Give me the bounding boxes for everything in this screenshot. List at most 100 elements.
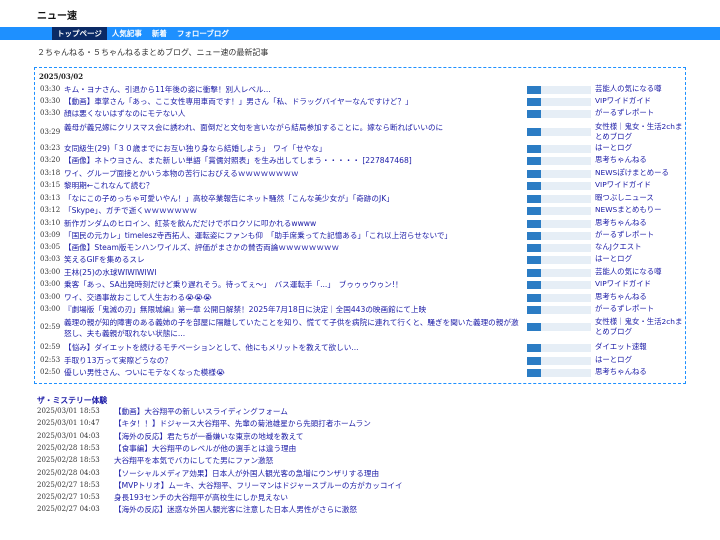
nav-item-top[interactable]: トップページ bbox=[52, 27, 107, 40]
popularity-bar bbox=[527, 207, 591, 215]
feed-title-link[interactable]: 黎明期←これなんて読む？ bbox=[64, 180, 524, 191]
mystery-time: 2025/03/01 10:47 bbox=[37, 419, 100, 428]
feed-title-link[interactable]: 女同級生(29)「３０歳までにお互い独り身なら結婚しよう」 ワイ「せやな」 bbox=[64, 143, 524, 154]
mystery-title-link[interactable]: 身長193センチの大谷翔平が高校生にしか見えない bbox=[114, 492, 288, 503]
feed-row: 03:20 【画像】ネトウヨさん、また新しい単語「賞儒対照表」を生み出してしまう・… bbox=[35, 154, 685, 166]
nav-item-popular[interactable]: 人気記事 bbox=[107, 27, 147, 40]
feed-source-link[interactable]: 思考ちゃんねる bbox=[595, 367, 687, 377]
feed-title-link[interactable]: 義理の親が知的障害のある義姉の子を部屋に隔離していたことを知り、慌てて子供を病院… bbox=[64, 317, 524, 339]
feed-source-link[interactable]: ダイエット速報 bbox=[595, 342, 687, 352]
mystery-title-link[interactable]: 【動画】大谷翔平の新しいスライディングフォーム bbox=[114, 406, 288, 417]
mystery-time: 2025/03/01 04:03 bbox=[37, 431, 100, 440]
feed-source-link[interactable]: NEWSまとめもりー bbox=[595, 205, 687, 215]
feed-row: 03:10 新作ガンダムのヒロイン、紅茶を飲んだだけでボロクソに叩かれるwwww 思… bbox=[35, 217, 685, 229]
popularity-bar-fill bbox=[527, 369, 542, 377]
feed-source-link[interactable]: がーるずレポート bbox=[595, 108, 687, 118]
feed-title-link[interactable]: ワイ、グループ面接とかいう本物の苦行におびえるｗｗｗｗｗｗｗｗ bbox=[64, 168, 524, 179]
popularity-bar bbox=[527, 195, 591, 203]
popularity-bar-fill bbox=[527, 195, 542, 203]
feed-row: 02:59 【悩み】ダイエットを続けるモチベーションとして、他にもメリットを教えて… bbox=[35, 341, 685, 353]
mystery-title-link[interactable]: 【海外の反応】君たちが一番嫌いな東京の地域を教えて bbox=[114, 431, 303, 442]
feed-time: 03:05 bbox=[40, 243, 61, 251]
feed-source-link[interactable]: 思考ちゃんねる bbox=[595, 292, 687, 302]
mystery-heading[interactable]: ザ・ミステリー体験 bbox=[37, 395, 107, 406]
feed-time: 03:20 bbox=[40, 156, 61, 164]
mystery-title-link[interactable]: 【キタ！！】ドジャース大谷翔平、先輩の菊池雄星から先頭打者ホームラン bbox=[114, 418, 371, 429]
site-title[interactable]: ニュー速 bbox=[37, 7, 77, 22]
feed-source-link[interactable]: はーとログ bbox=[595, 355, 687, 365]
feed-source-link[interactable]: 暇つぶしニュース bbox=[595, 193, 687, 203]
feed-title-link[interactable]: 王林(25)の水球WIWIWIWI bbox=[64, 267, 524, 278]
feed-title-link[interactable]: 乗客「あっ、SA出発時刻だけど乗り遅れそう。待ってぇ〜」 バス運転手「...」 … bbox=[64, 279, 524, 290]
feed-time: 03:03 bbox=[40, 255, 61, 263]
feed-title-link[interactable]: 『劇場版「鬼滅の刃」無限城編』第一章 公開日解禁！2025年7月18日に決定｜全… bbox=[64, 304, 524, 315]
feed-title-link[interactable]: 手取り13万って実際どうなの？ bbox=[64, 355, 524, 366]
feed-row: 02:53 手取り13万って実際どうなの？ はーとログ bbox=[35, 354, 685, 366]
feed-source-link[interactable]: VIPワイドガイド bbox=[595, 96, 687, 106]
feed-title-link[interactable]: 笑えるGIFを集めるスレ bbox=[64, 254, 524, 265]
feed-title-link[interactable]: 「国民の元カレ」timelesz寺西拓人、運転姿にファンも仰 「助手席乗ってた記… bbox=[64, 230, 524, 241]
feed-title-link[interactable]: ワイ、交通事故おこして人生おわる😭😭😭 bbox=[64, 292, 524, 303]
feed-title-link[interactable]: 【画像】Steam版モンハンワイルズ、評価がまさかの賛否両論ｗｗｗｗｗｗｗｗ bbox=[64, 242, 524, 253]
mystery-row: 2025/03/01 04:03 【海外の反応】君たちが一番嫌いな東京の地域を教え… bbox=[37, 431, 457, 443]
feed-title-link[interactable]: 優しい男性さん、ついにモテなくなった模様😭 bbox=[64, 367, 524, 378]
feed-row: 03:23 女同級生(29)「３０歳までにお互い独り身なら結婚しよう」 ワイ「せや… bbox=[35, 142, 685, 154]
feed-source-link[interactable]: 思考ちゃんねる bbox=[595, 155, 687, 165]
nav-menu: トップページ 人気記事 新着 フォローブログ bbox=[52, 27, 234, 40]
feed-source-link[interactable]: はーとログ bbox=[595, 143, 687, 153]
feed-title-link[interactable]: キム・ヨナさん、引退から11年後の姿に衝撃！別人レベル... bbox=[64, 84, 524, 95]
mystery-title-link[interactable]: 【食事編】大谷翔平のレベルが他の選手とは違う理由 bbox=[114, 443, 296, 454]
feed-title-link[interactable]: 義母が義兄嫁にクリスマス会に誘われ、面倒だと文句を言いながら結局参加することに。… bbox=[64, 122, 524, 133]
mystery-row: 2025/03/01 10:47 【キタ！！】ドジャース大谷翔平、先輩の菊池雄星か… bbox=[37, 418, 457, 430]
feed-row: 03:05 【画像】Steam版モンハンワイルズ、評価がまさかの賛否両論ｗｗｗｗｗ… bbox=[35, 241, 685, 253]
feed-source-link[interactable]: NEWSぽけまとめーる bbox=[595, 168, 687, 178]
feed-time: 03:10 bbox=[40, 219, 61, 227]
feed-row: 03:09 「国民の元カレ」timelesz寺西拓人、運転姿にファンも仰 「助手席… bbox=[35, 229, 685, 241]
feed-time: 03:30 bbox=[40, 85, 61, 93]
mystery-title-link[interactable]: 【MVPトリオ】ムーキ、大谷翔平、フリーマンはドジャースブルーの方がカッコイイ bbox=[114, 480, 403, 491]
feed-row: 03:00 王林(25)の水球WIWIWIWI 芸能人の気になる噂 bbox=[35, 266, 685, 278]
feed-source-link[interactable]: 女性様｜鬼女・生活2chまとめブログ bbox=[595, 317, 687, 337]
mystery-row: 2025/02/27 04:03 【海外の反応】迷惑な外国人観光客に注意した日本人… bbox=[37, 504, 457, 516]
feed-title-link[interactable]: 「Skype」、ガチで逝くｗｗｗｗｗｗｗ bbox=[64, 205, 524, 216]
mystery-title-link[interactable]: 【ソーシャルメディア効果】日本人が外国人観光客の急増にウンザリする理由 bbox=[114, 468, 379, 479]
nav-item-new[interactable]: 新着 bbox=[147, 27, 172, 40]
mystery-title-link[interactable]: 大谷翔平を本気でバカにしてた男にファン激怒 bbox=[114, 455, 273, 466]
feed-time: 02:59 bbox=[40, 343, 61, 351]
feed-source-link[interactable]: がーるずレポート bbox=[595, 230, 687, 240]
popularity-bar bbox=[527, 256, 591, 264]
mystery-row: 2025/02/28 18:53 大谷翔平を本気でバカにしてた男にファン激怒 bbox=[37, 455, 457, 467]
popularity-bar bbox=[527, 323, 591, 331]
mystery-row: 2025/02/28 04:03 【ソーシャルメディア効果】日本人が外国人観光客の… bbox=[37, 468, 457, 480]
feed-row: 03:30 キム・ヨナさん、引退から11年後の姿に衝撃！別人レベル... 芸能人の気… bbox=[35, 83, 685, 95]
feed-time: 03:30 bbox=[40, 109, 61, 117]
popularity-bar bbox=[527, 170, 591, 178]
feed-source-link[interactable]: VIPワイドガイド bbox=[595, 279, 687, 289]
feed-source-link[interactable]: 芸能人の気になる噂 bbox=[595, 267, 687, 277]
nav-item-follow[interactable]: フォローブログ bbox=[172, 27, 234, 40]
feed-source-link[interactable]: VIPワイドガイド bbox=[595, 180, 687, 190]
feed-source-link[interactable]: 芸能人の気になる噂 bbox=[595, 84, 687, 94]
popularity-bar-fill bbox=[527, 86, 542, 94]
feed-source-link[interactable]: 思考ちゃんねる bbox=[595, 218, 687, 228]
popularity-bar-fill bbox=[527, 110, 542, 118]
feed-row: 03:30 【動画】車掌さん「あっ、ここ女性専用車両です！」男さん「私、ドラッグバ… bbox=[35, 95, 685, 107]
feed-source-link[interactable]: はーとログ bbox=[595, 254, 687, 264]
feed-title-link[interactable]: 【動画】車掌さん「あっ、ここ女性専用車両です！」男さん「私、ドラッグバイヤーなん… bbox=[64, 96, 524, 107]
mystery-title-link[interactable]: 【海外の反応】迷惑な外国人観光客に注意した日本人男性がさらに激怒 bbox=[114, 504, 357, 515]
mystery-row: 2025/02/27 18:53 【MVPトリオ】ムーキ、大谷翔平、フリーマンはド… bbox=[37, 480, 457, 492]
popularity-bar-fill bbox=[527, 145, 542, 153]
feed-source-link[interactable]: 女性様｜鬼女・生活2chまとめブログ bbox=[595, 122, 687, 142]
feed-row: 02:50 優しい男性さん、ついにモテなくなった模様😭 思考ちゃんねる bbox=[35, 366, 685, 378]
mystery-time: 2025/02/27 04:03 bbox=[37, 505, 100, 514]
feed-source-link[interactable]: なんJクエスト bbox=[595, 242, 687, 252]
feed-title-link[interactable]: 顔は悪くないはずなのにモテない人 bbox=[64, 108, 524, 119]
feed-title-link[interactable]: 「なにこの子めっちゃ可愛いやん！」高校卒業報告にネット騒然「こんな美少女が」「奇… bbox=[64, 193, 524, 204]
feed-title-link[interactable]: 【悩み】ダイエットを続けるモチベーションとして、他にもメリットを教えて欲しい..… bbox=[64, 342, 524, 353]
feed-source-link[interactable]: がーるずレポート bbox=[595, 304, 687, 314]
mystery-row: 2025/02/28 18:53 【食事編】大谷翔平のレベルが他の選手とは違う理由 bbox=[37, 443, 457, 455]
feed-time: 03:13 bbox=[40, 194, 61, 202]
popularity-bar bbox=[527, 220, 591, 228]
feed-title-link[interactable]: 新作ガンダムのヒロイン、紅茶を飲んだだけでボロクソに叩かれるwwww bbox=[64, 218, 524, 229]
feed-title-link[interactable]: 【画像】ネトウヨさん、また新しい単語「賞儒対照表」を生み出してしまう・・・・・ … bbox=[64, 155, 524, 166]
